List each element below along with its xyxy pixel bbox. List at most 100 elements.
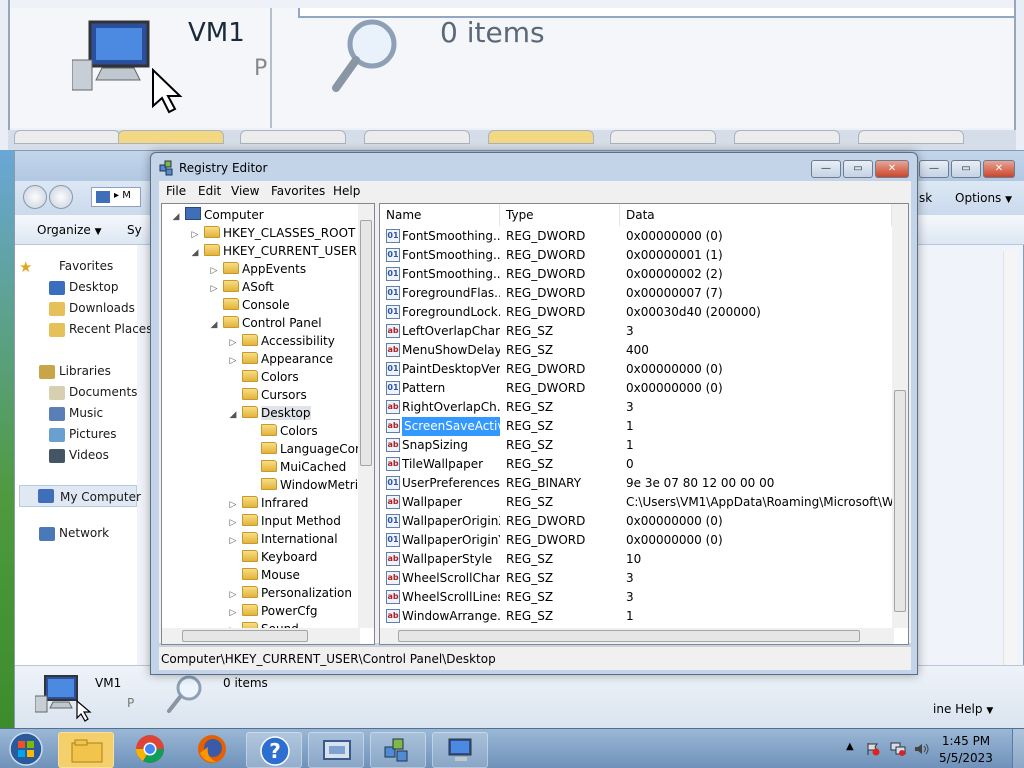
scroll-thumb[interactable] [182,630,308,642]
registry-value-row[interactable]: 01 FontSmoothing... REG_DWORD 0x00000001 (1… [380,246,890,265]
taskbar-remote-desktop[interactable] [308,732,364,768]
collapse-arrow-icon[interactable]: ◢ [170,208,182,226]
my-computer-item[interactable]: My Computer [19,485,141,507]
collapse-arrow-icon[interactable]: ◢ [227,406,239,424]
tree-node[interactable]: ▷ Input Method [227,512,341,530]
tree-node[interactable]: ▷ Appearance [227,350,333,368]
tree-node[interactable]: ▷ ASoft [208,278,274,296]
menu-view[interactable]: View [231,184,259,198]
menu-help[interactable]: Help [333,184,360,198]
tree-node[interactable]: Colors [246,422,318,440]
nav-music[interactable]: Music [69,406,103,420]
tree-node[interactable]: Cursors [227,386,307,404]
registry-value-row[interactable]: ab TileWallpaper REG_SZ 0 [380,455,890,474]
registry-value-row[interactable]: ab WindowArrange... REG_SZ 1 [380,607,890,626]
scroll-thumb[interactable] [360,220,372,466]
tree-node[interactable]: ▷ International [227,530,338,548]
tree-node[interactable]: ▷ HKEY_CLASSES_ROOT [189,224,355,242]
nav-network[interactable]: Network [59,526,109,540]
registry-value-row[interactable]: 01PaintDesktopVer... REG_DWORD 0x00000000 … [380,360,890,379]
forward-button[interactable] [49,185,73,209]
registry-value-row[interactable]: ab WallpaperStyle REG_SZ 10 [380,550,890,569]
registry-value-row[interactable]: abScreenSaveActive REG_SZ 1 [380,417,890,436]
taskbar-regedit[interactable] [370,732,426,768]
address-bar[interactable]: ▸ M [91,187,141,207]
registry-value-row[interactable]: 01UserPreferences... REG_BINARY 9e 3e 07 8… [380,474,890,493]
tree-horizontal-scrollbar[interactable] [162,628,360,644]
tree-node[interactable]: ◢ Control Panel [208,314,322,332]
regedit-minimize-button[interactable]: — [811,160,841,178]
start-button[interactable] [8,731,44,767]
scroll-thumb[interactable] [398,630,860,642]
registry-value-row[interactable]: 01 WallpaperOriginY REG_DWORD 0x00000000 (0… [380,531,890,550]
nav-desktop[interactable]: Desktop [69,280,119,294]
list-horizontal-scrollbar[interactable] [380,628,894,644]
nav-documents[interactable]: Documents [69,385,137,399]
collapse-arrow-icon[interactable]: ◢ [189,244,201,262]
list-vertical-scrollbar[interactable] [892,204,908,628]
tree-node[interactable]: Colors [227,368,299,386]
firefox-icon[interactable] [196,733,228,765]
tree-node[interactable]: ◢ Computer [170,206,264,224]
back-button[interactable] [23,185,47,209]
column-header-name[interactable]: Name [380,204,500,226]
options-button[interactable]: Options ▼ [955,191,1012,205]
tree-node[interactable]: MuiCached [246,458,346,476]
registry-tree[interactable]: ◢ Computer ▷ HKEY_CLASSES_ROOT ◢ HKEY_CURRENT… [161,203,375,645]
nav-downloads[interactable]: Downloads [69,301,135,315]
tree-node[interactable]: ▷ PowerCfg [227,602,318,620]
registry-value-row[interactable]: 01 ForegroundFlas... REG_DWORD 0x00000007 (… [380,284,890,303]
tree-node[interactable]: ▷ Accessibility [227,332,335,350]
clock-time[interactable]: 1:45 PM [936,734,996,748]
column-header-type[interactable]: Type [500,204,620,226]
show-hidden-icons-button[interactable]: ▲ [846,741,854,752]
registry-value-row[interactable]: ab SnapSizing REG_SZ 1 [380,436,890,455]
nav-pictures[interactable]: Pictures [69,427,117,441]
explorer-close-button[interactable]: ✕ [983,160,1015,178]
regedit-close-button[interactable]: ✕ [875,160,909,178]
nav-videos[interactable]: Videos [69,448,109,462]
explorer-maximize-button[interactable]: ▭ [951,160,981,178]
tree-node[interactable]: Mouse [227,566,300,584]
collapse-arrow-icon[interactable]: ◢ [208,316,220,334]
tree-node[interactable]: Keyboard [227,548,317,566]
taskbar-explorer[interactable] [58,732,114,768]
explorer-scrollbar[interactable] [1003,251,1017,671]
tree-vertical-scrollbar[interactable] [358,204,374,628]
registry-value-row[interactable]: 01 FontSmoothing... REG_DWORD 0x00000000 (0… [380,227,890,246]
scroll-thumb[interactable] [894,390,906,612]
regedit-maximize-button[interactable]: ▭ [843,160,873,178]
menu-file[interactable]: File [166,184,186,198]
registry-value-row[interactable]: 01 Pattern REG_DWORD 0x00000000 (0) [380,379,890,398]
registry-value-row[interactable]: ab Wallpaper REG_SZ C:\Users\VM1\AppData\Ro… [380,493,894,512]
explorer-minimize-button[interactable]: — [919,160,949,178]
tree-node[interactable]: ▷ Infrared [227,494,308,512]
registry-value-row[interactable]: ab RightOverlapCh... REG_SZ 3 [380,398,890,417]
network-tray-icon[interactable] [890,742,906,756]
taskbar-help[interactable]: ? [246,732,302,768]
favorites-header[interactable]: Favorites [59,259,113,273]
online-help-button[interactable]: ine Help ▼ [933,702,993,716]
organize-button[interactable]: Organize ▼ [37,223,102,237]
registry-value-row[interactable]: 01 ForegroundLock... REG_DWORD 0x00030d40 (… [380,303,890,322]
menu-edit[interactable]: Edit [198,184,221,198]
registry-value-row[interactable]: 01 FontSmoothing... REG_DWORD 0x00000002 (2… [380,265,890,284]
registry-value-row[interactable]: ab MenuShowDelay REG_SZ 400 [380,341,890,360]
registry-value-row[interactable]: ab WheelScrollLines REG_SZ 3 [380,588,890,607]
tree-node[interactable]: LanguageConf [246,440,367,458]
tree-node[interactable]: ◢ Desktop [227,404,311,422]
registry-value-row[interactable]: ab WheelScrollChars REG_SZ 3 [380,569,890,588]
tree-node[interactable]: Console [208,296,290,314]
action-center-flag-icon[interactable] [866,742,880,756]
registry-value-row[interactable]: ab LeftOverlapChars REG_SZ 3 [380,322,890,341]
menu-favorites[interactable]: Favorites [271,184,325,198]
registry-value-row[interactable]: 01 WallpaperOriginX REG_DWORD 0x00000000 (0… [380,512,890,531]
volume-icon[interactable] [914,742,929,756]
chrome-icon[interactable] [134,733,166,765]
nav-recent-places[interactable]: Recent Places [69,322,152,336]
tree-node[interactable]: ◢ HKEY_CURRENT_USER [189,242,357,260]
tree-node[interactable]: ▷ Personalization [227,584,352,602]
column-header-data[interactable]: Data [620,204,892,226]
clock-date[interactable]: 5/5/2023 [936,751,996,765]
taskbar-network-computer[interactable] [432,732,488,768]
